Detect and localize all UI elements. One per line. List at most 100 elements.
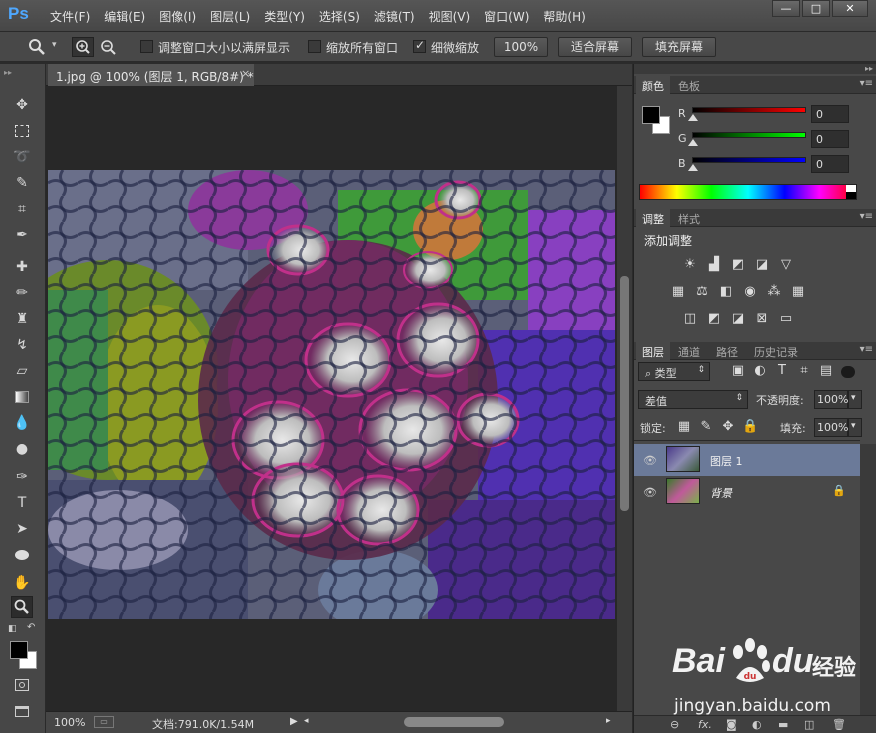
close-button[interactable]: ✕ [832,0,868,17]
opacity-input[interactable]: 100% [814,390,848,409]
channel-mixer-icon[interactable]: ⁂ [766,285,782,299]
quick-mask-icon[interactable] [11,674,33,696]
clone-stamp-tool-icon[interactable]: ♜ [11,308,33,330]
menu-layer[interactable]: 图层(L) [210,8,250,25]
color-panel-menu-icon[interactable]: ▾≡ [860,78,873,89]
minimize-button[interactable]: — [772,0,800,17]
scroll-right-icon[interactable]: ▸ [606,716,611,726]
zoom-tool-icon[interactable] [28,38,46,56]
crop-tool-icon[interactable]: ⌗ [11,198,33,220]
menu-filter[interactable]: 滤镜(T) [374,8,415,25]
selective-color-icon[interactable]: ⊠ [754,312,770,326]
photo-filter-icon[interactable]: ◉ [742,285,758,299]
black-white-icon[interactable]: ◧ [718,285,734,299]
panel-collapse-strip[interactable]: ▸▸ [634,64,876,74]
brush-tool-icon[interactable]: ✏ [11,282,33,304]
document-tab[interactable]: 1.jpg @ 100% (图层 1, RGB/8#) * × [48,64,254,86]
tab-channels[interactable]: 通道 [672,342,706,360]
dodge-tool-icon[interactable]: ● [11,438,33,460]
move-tool-icon[interactable]: ✥ [11,94,33,116]
menu-file[interactable]: 文件(F) [50,8,90,25]
gradient-map-icon[interactable]: ▭ [778,312,794,326]
visibility-eye-icon[interactable]: 👁 [643,486,657,499]
marquee-tool-icon[interactable] [11,120,33,142]
blue-slider[interactable] [692,157,806,163]
tab-adjustments[interactable]: 调整 [636,209,670,227]
menu-window[interactable]: 窗口(W) [484,8,529,25]
quick-select-tool-icon[interactable]: ✎ [11,172,33,194]
zoom-in-button[interactable] [72,37,94,57]
zoom-all-checkbox[interactable] [308,40,321,53]
swap-colors-icon[interactable]: ↶ [27,622,35,633]
layer-row-layer1[interactable]: 👁 图层 1 [634,444,860,476]
fill-screen-button[interactable]: 填充屏幕 [642,37,716,57]
lock-all-icon[interactable]: 🔒 [742,420,758,434]
fit-screen-button[interactable]: 适合屏幕 [558,37,632,57]
red-slider[interactable] [692,107,806,113]
threshold-icon[interactable]: ◪ [730,312,746,326]
color-spectrum-bar[interactable] [639,184,857,200]
filter-adjustment-icon[interactable]: ◐ [752,364,768,378]
screen-mode-icon[interactable] [11,700,33,722]
eraser-tool-icon[interactable]: ▱ [11,360,33,382]
layer-row-background[interactable]: 👁 背景 🔒 [634,476,860,508]
lasso-tool-icon[interactable]: ➰ [11,146,33,168]
ellipse-tool-icon[interactable] [11,544,33,566]
filter-smart-object-icon[interactable]: ▤ [818,364,834,378]
red-value-input[interactable]: 0 [811,105,849,123]
eyedropper-tool-icon[interactable]: ✒ [11,224,33,246]
exposure-icon[interactable]: ◪ [754,258,770,272]
lock-transparent-icon[interactable]: ▦ [676,420,692,434]
maximize-button[interactable]: □ [802,0,830,17]
menu-edit[interactable]: 编辑(E) [104,8,145,25]
blue-slider-knob[interactable] [688,164,698,171]
scroll-left-icon[interactable]: ◂ [304,716,309,726]
layer-filter-select[interactable]: ⌕ 类型 ⇕ [638,362,710,381]
image-canvas[interactable] [48,170,615,619]
history-brush-tool-icon[interactable]: ↯ [11,334,33,356]
type-tool-icon[interactable]: T [11,492,33,514]
filter-toggle[interactable] [841,366,855,378]
default-colors-icon[interactable]: ◧ [8,624,17,634]
menu-image[interactable]: 图像(I) [159,8,196,25]
menu-select[interactable]: 选择(S) [319,8,360,25]
fill-input[interactable]: 100% [814,418,848,437]
status-preview-icon[interactable]: ▭ [94,716,114,728]
horizontal-scroll-thumb[interactable] [404,717,504,727]
lock-position-icon[interactable]: ✥ [720,420,736,434]
menu-view[interactable]: 视图(V) [429,8,471,25]
green-slider[interactable] [692,132,806,138]
actual-pixels-button[interactable]: 100% [494,37,548,57]
path-selection-tool-icon[interactable]: ➤ [11,518,33,540]
status-menu-arrow-icon[interactable]: ▶ [290,716,298,727]
filter-type-icon[interactable]: T [774,364,790,378]
blend-mode-select[interactable]: 差值 ⇕ [638,390,748,409]
zoom-level[interactable]: 100% [54,716,85,729]
vibrance-icon[interactable]: ▽ [778,258,794,272]
tab-close-icon[interactable]: × [241,67,250,80]
pen-tool-icon[interactable]: ✑ [11,466,33,488]
tab-layers[interactable]: 图层 [636,342,670,360]
blue-value-input[interactable]: 0 [811,155,849,173]
blur-tool-icon[interactable]: 💧 [11,412,33,434]
menu-help[interactable]: 帮助(H) [543,8,585,25]
healing-brush-tool-icon[interactable]: ✚ [11,256,33,278]
foreground-color-swatch[interactable] [10,641,28,659]
adjustments-panel-menu-icon[interactable]: ▾≡ [860,211,873,222]
color-panel-foreground-swatch[interactable] [642,106,660,124]
visibility-eye-icon[interactable]: 👁 [643,454,657,467]
resize-windows-checkbox[interactable] [140,40,153,53]
layers-panel-menu-icon[interactable]: ▾≡ [860,344,873,355]
red-slider-knob[interactable] [688,114,698,121]
tab-styles[interactable]: 样式 [672,209,706,227]
tool-preset-chevron-icon[interactable]: ▾ [52,40,57,50]
color-lookup-icon[interactable]: ▦ [790,285,806,299]
color-balance-icon[interactable]: ⚖ [694,285,710,299]
green-value-input[interactable]: 0 [811,130,849,148]
brightness-contrast-icon[interactable]: ☀ [682,258,698,272]
tab-paths[interactable]: 路径 [710,342,744,360]
zoom-tool-button[interactable] [11,596,33,618]
vertical-scrollbar[interactable] [617,86,632,711]
toolbar-grip-icon[interactable]: ▸▸ [4,68,38,77]
fill-chevron-icon[interactable]: ▾ [848,418,862,437]
